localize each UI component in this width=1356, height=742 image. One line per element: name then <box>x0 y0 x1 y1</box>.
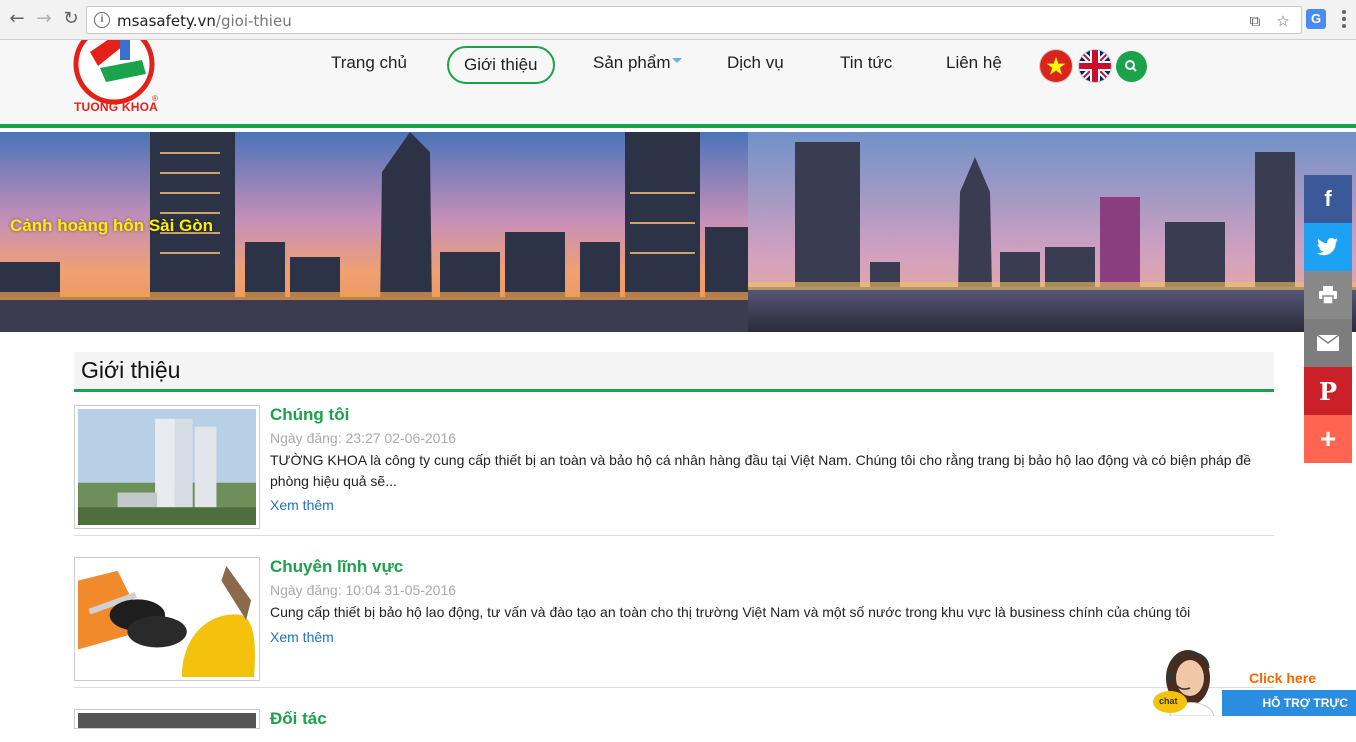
email-icon <box>1317 335 1339 351</box>
section-title: Giới thiệu <box>81 357 181 383</box>
read-more-link[interactable]: Xem thêm <box>270 629 334 645</box>
info-icon[interactable]: i <box>94 12 110 28</box>
search-button[interactable] <box>1116 51 1147 82</box>
article-date: Ngày đăng: 10:04 31-05-2016 <box>270 582 457 598</box>
pinterest-share-button[interactable]: P <box>1304 367 1352 415</box>
email-share-button[interactable] <box>1304 319 1352 367</box>
social-share-bar: f P + <box>1304 175 1352 463</box>
chat-bubble-label: chat <box>1159 696 1178 706</box>
facebook-share-button[interactable]: f <box>1304 175 1352 223</box>
facebook-icon: f <box>1324 186 1332 211</box>
banner-caption: Cảnh hoàng hôn Sài Gòn <box>10 216 214 235</box>
nav-about[interactable]: Giới thiệu <box>447 46 555 84</box>
article-title[interactable]: Chuyên lĩnh vực <box>270 557 403 577</box>
twitter-share-button[interactable] <box>1304 223 1352 271</box>
chat-support-bar[interactable]: HỖ TRỢ TRỰC TUYẾN <box>1222 690 1356 736</box>
print-icon <box>1319 286 1337 304</box>
print-button[interactable] <box>1304 271 1352 319</box>
article-title[interactable]: Đối tác <box>270 709 327 729</box>
vietnam-flag-icon[interactable] <box>1040 50 1072 82</box>
safety-gear-image <box>78 561 256 677</box>
browser-toolbar: ← → ↻ i msasafety.vn/gioi-thieu ⧉ ☆ G <box>0 0 1356 40</box>
article-item: Chúng tôi Ngày đăng: 23:27 02-06-2016 TƯ… <box>74 405 1274 536</box>
reload-icon[interactable]: ↻ <box>60 8 82 30</box>
nav-contact[interactable]: Liên hệ <box>946 46 1002 84</box>
nav-services[interactable]: Dịch vụ <box>727 46 784 84</box>
url-domain: msasafety.vn <box>117 12 216 30</box>
chat-support-widget[interactable]: chat Click here HỖ TRỢ TRỰC TUYẾN <box>1150 638 1356 736</box>
logo-text: TUONG KHOA <box>74 100 158 114</box>
translate-icon[interactable]: ⧉ <box>1245 11 1265 31</box>
menu-icon[interactable] <box>1342 10 1346 28</box>
article-date: Ngày đăng: 23:27 02-06-2016 <box>270 430 457 446</box>
article-item: Đối tác <box>74 709 1274 729</box>
nav-news[interactable]: Tin tức <box>840 46 892 84</box>
article-title[interactable]: Chúng tôi <box>270 405 349 425</box>
article-thumbnail[interactable] <box>74 709 260 729</box>
address-bar[interactable]: i msasafety.vn/gioi-thieu ⧉ ☆ <box>86 6 1302 34</box>
pinterest-icon: P <box>1318 376 1338 406</box>
article-item: Chuyên lĩnh vực Ngày đăng: 10:04 31-05-2… <box>74 557 1274 688</box>
article-thumbnail[interactable] <box>74 557 260 681</box>
nav-products-label: Sản phẩm <box>593 53 671 72</box>
uk-flag-icon[interactable] <box>1079 50 1111 82</box>
site-header: TUONG KHOA ® Trang chủ Giới thiệu Sản ph… <box>0 23 1356 128</box>
building-image <box>78 409 256 525</box>
article-description: TƯỜNG KHOA là công ty cung cấp thiết bị … <box>270 452 1252 489</box>
search-icon <box>1125 60 1137 72</box>
registered-mark: ® <box>152 94 158 103</box>
hero-banner: Cảnh hoàng hôn Sài Gòn <box>0 132 1356 332</box>
plus-icon: + <box>1319 423 1337 454</box>
partner-image <box>78 713 256 728</box>
url-text[interactable]: msasafety.vn/gioi-thieu <box>117 12 292 30</box>
read-more-link[interactable]: Xem thêm <box>270 497 334 513</box>
chat-click-label[interactable]: Click here <box>1249 670 1316 686</box>
section-header: Giới thiệu <box>74 352 1274 392</box>
nav-home[interactable]: Trang chủ <box>331 46 407 84</box>
article-description: Cung cấp thiết bị bảo hộ lao động, tư vấ… <box>270 604 1191 620</box>
article-thumbnail[interactable] <box>74 405 260 529</box>
extension-icon[interactable]: G <box>1306 9 1326 29</box>
more-share-button[interactable]: + <box>1304 415 1352 463</box>
star-icon[interactable]: ☆ <box>1273 11 1293 31</box>
url-path: /gioi-thieu <box>215 12 292 30</box>
chevron-down-icon <box>671 58 682 64</box>
back-arrow-icon[interactable]: ← <box>6 8 28 30</box>
forward-arrow-icon[interactable]: → <box>33 8 55 30</box>
twitter-icon <box>1317 238 1338 256</box>
nav-products[interactable]: Sản phẩm <box>593 46 682 84</box>
